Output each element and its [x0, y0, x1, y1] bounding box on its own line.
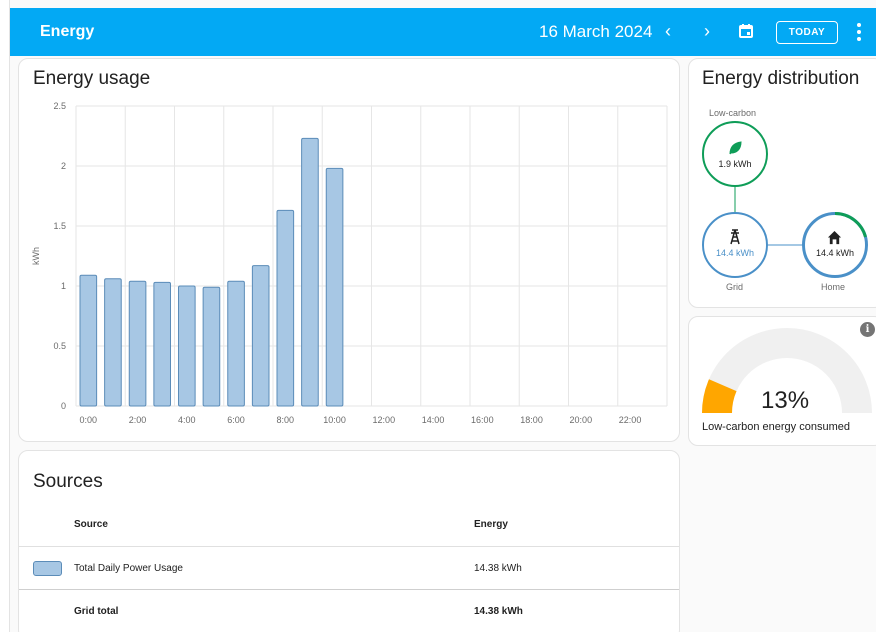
x-tick-label: 2:00: [129, 415, 147, 425]
bar-5:00: [202, 286, 221, 407]
low-carbon-gauge-label: Low-carbon energy consumed: [702, 421, 850, 433]
x-tick-label: 6:00: [227, 415, 245, 425]
leaf-icon: [729, 141, 742, 155]
column-header-source: Source: [74, 519, 108, 530]
overflow-menu-icon[interactable]: [853, 21, 865, 43]
bar-0:00: [79, 274, 98, 407]
y-axis-label: kWh: [31, 247, 41, 265]
bar-1:00: [104, 278, 122, 407]
source-color-swatch: [33, 561, 62, 576]
x-tick-label: 0:00: [80, 415, 98, 425]
bar-4:00: [178, 285, 196, 407]
low-carbon-value: 1.9 kWh: [718, 159, 752, 169]
y-tick-label: 2: [61, 161, 66, 171]
divider: [19, 546, 679, 547]
calendar-icon[interactable]: [738, 23, 754, 39]
grid-label: Grid: [726, 282, 744, 292]
chevron-left-icon: ‹: [665, 21, 671, 41]
x-tick-label: 12:00: [373, 415, 396, 425]
next-day-button[interactable]: ›: [696, 20, 718, 44]
x-tick-label: 10:00: [323, 415, 346, 425]
sources-card: Sources Source Energy Total Daily Power …: [18, 450, 680, 632]
x-tick-label: 4:00: [178, 415, 196, 425]
x-tick-label: 8:00: [277, 415, 295, 425]
x-tick-label: 14:00: [422, 415, 445, 425]
x-tick-label: 20:00: [570, 415, 593, 425]
y-tick-label: 0.5: [53, 341, 66, 351]
home-label: Home: [821, 282, 846, 292]
low-carbon-gauge-card: i 13% Low-carbon energy consumed: [688, 316, 876, 446]
x-tick-label: 16:00: [471, 415, 494, 425]
y-tick-label: 2.5: [53, 101, 66, 111]
sidebar-strip: [0, 0, 10, 632]
x-tick-label: 18:00: [520, 415, 543, 425]
bar-3:00: [153, 281, 171, 407]
sources-title: Sources: [33, 471, 103, 492]
date-display: 16 March 2024: [539, 22, 653, 41]
grid-total-label: Grid total: [74, 606, 119, 617]
bar-9:00: [301, 137, 319, 407]
column-header-energy: Energy: [474, 519, 508, 530]
source-name: Total Daily Power Usage: [74, 563, 183, 574]
low-carbon-percent: 13%: [761, 387, 810, 414]
bar-7:00: [251, 265, 270, 407]
home-low-carbon-arc: [834, 212, 867, 238]
y-tick-label: 0: [61, 401, 66, 411]
bar-8:00: [276, 209, 295, 407]
x-tick-label: 22:00: [619, 415, 642, 425]
chevron-right-icon: ›: [704, 21, 710, 41]
y-tick-label: 1: [61, 281, 66, 291]
home-icon: [827, 230, 842, 245]
grid-value: 14.4 kWh: [715, 248, 755, 258]
home-node[interactable]: 14.4 kWh: [802, 212, 868, 278]
app-toolbar: Energy 16 March 2024 ‹ › TODAY: [10, 8, 876, 56]
bar-6:00: [227, 280, 245, 407]
transmission-tower-icon: [730, 229, 740, 245]
energy-usage-card: Energy usage 0 0.5 1 1.5 2 2.5 kWh 0:00 2:00 4:00…: [18, 58, 680, 442]
grid-total-energy: 14.38 kWh: [474, 606, 523, 617]
divider: [19, 589, 679, 590]
today-button[interactable]: TODAY: [776, 21, 838, 44]
energy-distribution-card: Energy distribution Low-carbon 1.9 kWh 1…: [688, 58, 876, 308]
grid-node[interactable]: 14.4 kWh: [702, 212, 768, 278]
home-value: 14.4 kWh: [815, 248, 855, 258]
y-tick-label: 1.5: [53, 221, 66, 231]
previous-day-button[interactable]: ‹: [657, 20, 679, 44]
gauge-fill: [702, 379, 737, 414]
source-energy: 14.38 kWh: [474, 563, 522, 574]
bar-10:00: [325, 167, 344, 407]
energy-usage-chart: 0 0.5 1 1.5 2 2.5 kWh 0:00 2:00 4:00 6:00 8:00 10:00…: [31, 101, 668, 425]
bar-2:00: [128, 280, 147, 407]
top-gap: [10, 0, 876, 8]
page-title: Energy: [40, 23, 95, 40]
low-carbon-node[interactable]: 1.9 kWh: [702, 121, 768, 187]
